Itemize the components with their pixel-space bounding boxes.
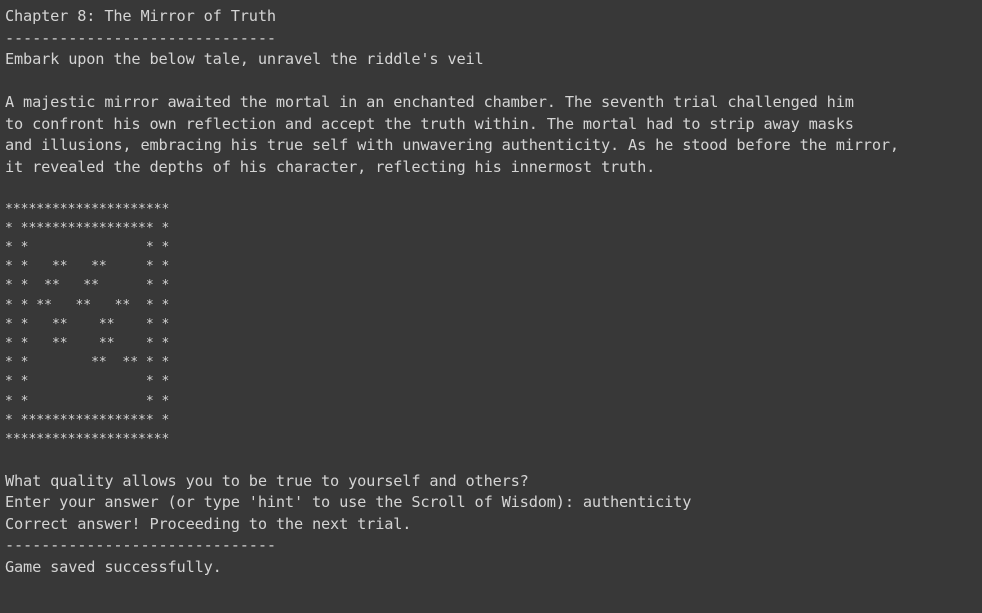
prompt-intro: Embark upon the below tale, unravel the … [5,50,484,68]
art-row: * * * * [5,239,170,255]
chapter-title: Chapter 8: The Mirror of Truth [5,7,276,25]
story-line: A majestic mirror awaited the mortal in … [5,93,854,111]
story-line: to confront his own reflection and accep… [5,114,854,133]
art-row: * * ** ** * * [5,259,170,275]
art-row: ********************* [5,431,170,447]
art-row: * * ** ** * * [5,278,170,294]
result-text: Correct answer! Proceeding to the next t… [5,514,412,533]
art-row: * * * * [5,374,170,390]
art-row: * ***************** * [5,220,170,236]
art-row: * * ** ** ** * * [5,297,170,313]
answer-prompt: Enter your answer (or type 'hint' to use… [5,493,692,512]
art-row: * * * * [5,393,170,409]
separator: ------------------------------ [5,536,276,555]
art-row: ********************* [5,201,170,217]
save-status: Game saved successfully. [5,557,222,576]
art-row: * * ** ** * * [5,355,170,371]
ascii-mirror-art: ********************* * ****************… [5,200,982,450]
art-row: * * ** ** * * [5,335,170,351]
separator: ------------------------------ [5,28,276,47]
art-row: * * ** ** * * [5,316,170,332]
question-text: What quality allows you to be true to yo… [5,471,529,490]
art-row: * ***************** * [5,412,170,428]
story-line: it revealed the depths of his character,… [5,157,656,176]
terminal-output: Chapter 8: The Mirror of Truth ---------… [0,0,982,613]
story-line: and illusions, embracing his true self w… [5,136,899,154]
